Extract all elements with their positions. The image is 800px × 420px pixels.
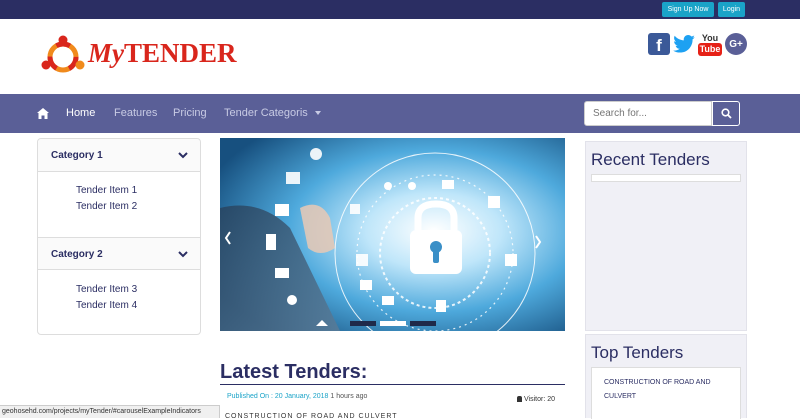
visitor-label: Visitor: 20 — [524, 396, 555, 403]
top-tenders-title: Top Tenders — [591, 343, 684, 362]
hero-carousel[interactable] — [220, 138, 565, 331]
chevron-down-icon — [178, 152, 188, 159]
logo-text: MyTENDER — [88, 38, 237, 69]
latest-tenders-heading: Latest Tenders: — [220, 361, 368, 383]
carousel-indicator[interactable] — [380, 321, 406, 326]
site-logo[interactable]: MyTENDER — [40, 35, 237, 79]
search-icon — [720, 108, 732, 119]
youtube-label-bottom: Tube — [697, 42, 723, 56]
security-lock-image — [220, 138, 565, 331]
tender-item-link[interactable]: Tender Item 1 — [76, 185, 137, 196]
recent-tenders-panel: Recent Tenders — [585, 141, 747, 331]
google-plus-icon[interactable]: G+ — [725, 33, 747, 55]
header: MyTENDER f You Tube G+ — [0, 19, 800, 94]
login-button[interactable]: Login — [718, 2, 745, 17]
published-label: Published On : 20 January, 2018 — [227, 393, 329, 400]
category-2-header[interactable]: Category 2 — [38, 237, 200, 270]
category-accordion: Category 1 Tender Item 1 Tender Item 2 C… — [37, 138, 201, 335]
carousel-indicator[interactable] — [410, 321, 436, 326]
heading-divider — [220, 384, 565, 385]
twitter-icon[interactable] — [673, 33, 695, 55]
category-2-label: Category 2 — [51, 249, 103, 260]
youtube-label-top: You — [701, 32, 719, 43]
search-input[interactable] — [584, 101, 712, 126]
home-icon[interactable] — [37, 94, 49, 133]
browser-status-url: geohosehd.com/projects/myTender/#carouse… — [0, 405, 220, 418]
youtube-icon[interactable]: You Tube — [697, 31, 723, 57]
nav-categories-label: Tender Categoris — [224, 107, 308, 119]
logo-name: TENDER — [124, 38, 237, 68]
top-tenders-list: CONSTRUCTION OF ROAD AND CULVERT — [591, 367, 741, 419]
visitor-count: Visitor: 20 — [517, 396, 555, 403]
tender-item-link[interactable]: Tender Item 2 — [76, 201, 137, 212]
recent-tenders-title: Recent Tenders — [591, 150, 710, 169]
published-ago: 1 hours ago — [330, 393, 368, 400]
user-icon — [517, 396, 522, 402]
facebook-icon[interactable]: f — [648, 33, 670, 55]
top-tender-item[interactable]: CONSTRUCTION OF ROAD AND CULVERT — [604, 376, 732, 404]
published-date: Published On : 20 January, 2018 1 hours … — [227, 393, 367, 400]
sign-up-button[interactable]: Sign Up Now — [662, 2, 714, 17]
tender-item-link[interactable]: Tender Item 3 — [76, 284, 137, 295]
caret-down-icon — [314, 111, 321, 116]
logo-prefix: My — [88, 38, 124, 68]
obscured-tender-title: CONSTRUCTION OF ROAD AND CULVERT — [225, 413, 398, 420]
tender-item-link[interactable]: Tender Item 4 — [76, 300, 137, 311]
category-1-label: Category 1 — [51, 150, 103, 161]
carousel-indicator[interactable] — [350, 321, 376, 326]
category-1-header[interactable]: Category 1 — [38, 139, 200, 172]
nav-tender-categories[interactable]: Tender Categoris — [224, 94, 321, 133]
nav-features[interactable]: Features — [114, 94, 157, 133]
nav-pricing[interactable]: Pricing — [173, 94, 207, 133]
top-tenders-panel: Top Tenders CONSTRUCTION OF ROAD AND CUL… — [585, 334, 747, 419]
top-bar: Sign Up Now Login — [0, 0, 800, 19]
chevron-down-icon — [178, 251, 188, 258]
search-button[interactable] — [712, 101, 740, 126]
nav-home[interactable]: Home — [66, 94, 95, 133]
logo-people-icon — [41, 35, 85, 73]
recent-tenders-list — [591, 174, 741, 182]
